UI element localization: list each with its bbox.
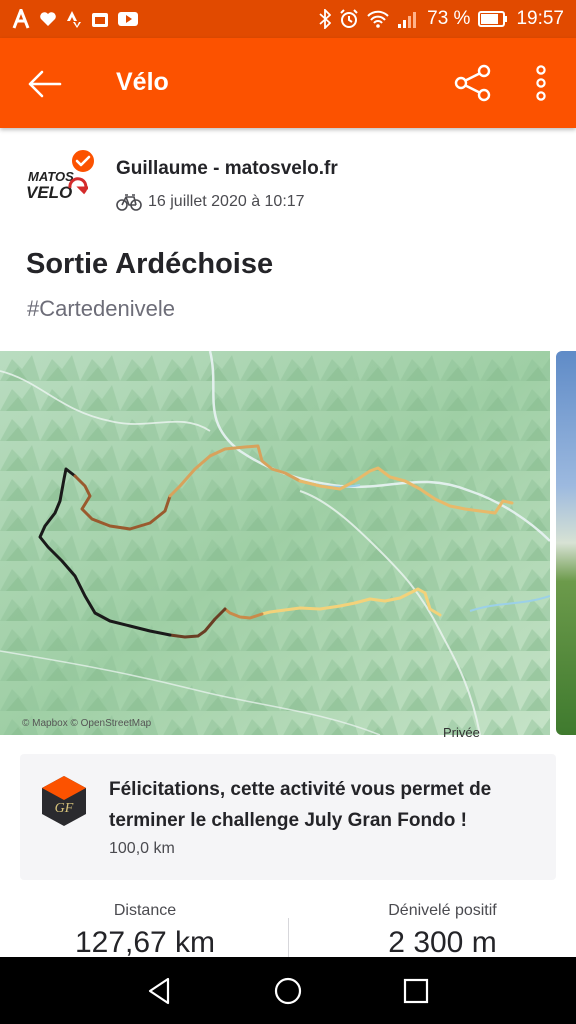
bike-icon [116,194,142,211]
notification-icons [0,9,138,29]
more-options-button[interactable] [526,62,556,104]
nav-back-icon [148,977,170,1005]
map-attribution[interactable]: © Mapbox © OpenStreetMap [22,718,151,729]
athlete-name[interactable]: Guillaume - matosvelo.fr [116,158,338,180]
battery-icon [478,11,508,27]
youtube-icon [118,11,138,27]
strava-icon [66,10,82,28]
screen-title: Vélo [116,68,169,96]
nav-home-button[interactable] [272,975,304,1007]
share-button[interactable] [452,62,494,104]
activity-date: 16 juillet 2020 à 10:17 [148,193,305,210]
nav-back-button[interactable] [144,975,176,1007]
nav-home-icon [274,977,302,1005]
stat-value-elevation: 2 300 m [388,926,497,959]
signal-icon [397,10,419,28]
activity-photo-thumbnail[interactable] [556,351,576,735]
challenge-goal: 100,0 km [109,840,175,857]
challenge-message: Félicitations, cette activité vous perme… [109,779,492,831]
bluetooth-icon [319,9,332,29]
challenge-card[interactable]: GF Félicitations, cette activité vous pe… [20,754,556,880]
more-vert-icon [536,65,546,101]
stat-divider [288,918,289,958]
share-icon [454,64,491,102]
activity-description: #Cartedenivele [27,296,175,321]
calendar-icon [91,10,109,28]
privacy-zone-label: Privée [443,725,480,740]
alarm-icon [339,9,359,29]
nav-recents-button[interactable] [400,975,432,1007]
app-bar: Vélo [0,38,576,128]
route-map[interactable] [0,351,550,735]
nav-recents-icon [403,978,429,1004]
activity-meta: 16 juillet 2020 à 10:17 [116,193,305,211]
heart-icon [39,11,57,27]
stat-label-distance: Distance [113,902,177,919]
system-navigation-bar [0,957,576,1024]
svg-text:VELO: VELO [26,183,72,202]
stat-label-elevation: Dénivelé positif [388,902,497,919]
challenge-badge-icon: GF [42,776,86,826]
clock-time: 19:57 [516,8,564,29]
svg-text:MATOS: MATOS [28,169,74,184]
back-button[interactable] [24,64,64,104]
battery-percent: 73 % [427,8,471,29]
wifi-icon [367,10,389,28]
back-arrow-icon [28,70,62,98]
app-a-icon [12,9,30,29]
stat-value-distance: 127,67 km [74,926,216,959]
status-bar: 73 % 19:57 [0,0,576,38]
system-icons: 73 % 19:57 [319,8,576,30]
verified-icon [70,148,96,174]
svg-text:GF: GF [55,801,74,816]
activity-title: Sortie Ardéchoise [26,248,274,280]
